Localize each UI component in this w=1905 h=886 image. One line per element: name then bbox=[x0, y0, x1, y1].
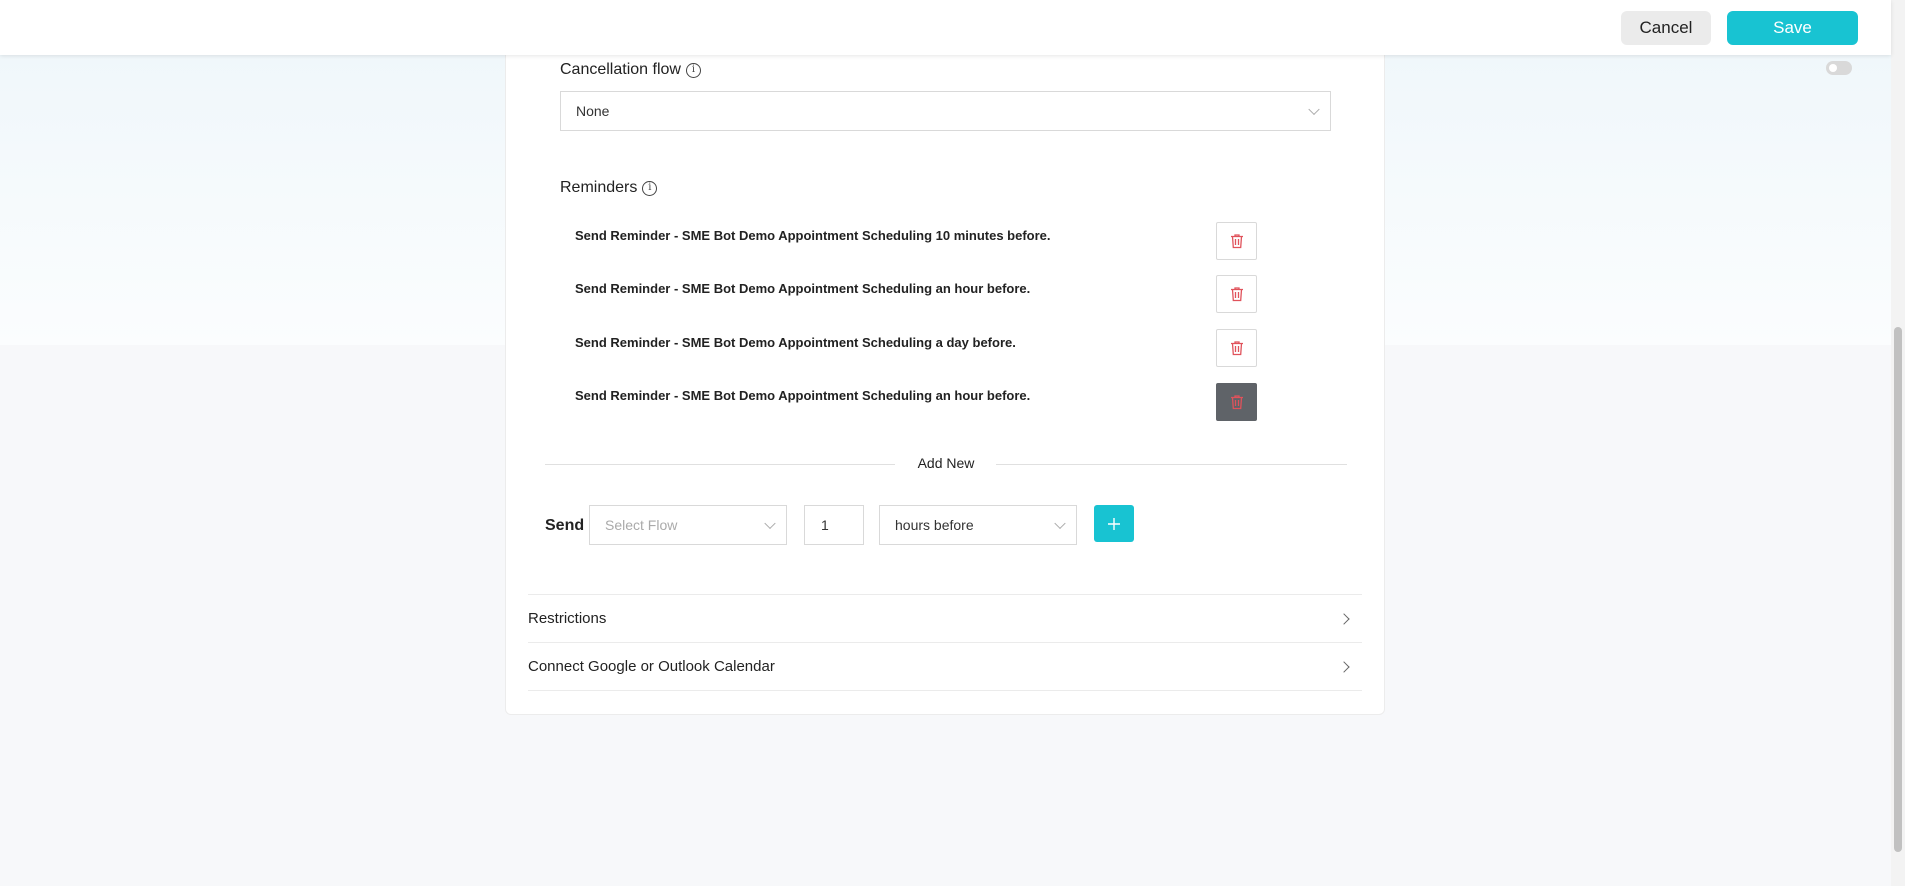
add-new-heading: Add New bbox=[917, 455, 975, 471]
delete-reminder-button-hovered[interactable] bbox=[1216, 383, 1257, 421]
reminder-item: Send Reminder - SME Bot Demo Appointment… bbox=[575, 281, 1031, 296]
select-flow-dropdown[interactable]: Select Flow bbox=[589, 505, 787, 545]
chevron-right-icon bbox=[1338, 660, 1350, 673]
cancellation-flow-value: None bbox=[576, 103, 610, 119]
info-icon[interactable]: i bbox=[685, 62, 701, 78]
restrictions-section[interactable]: Restrictions bbox=[528, 594, 1362, 642]
trash-icon bbox=[1230, 234, 1243, 249]
reminders-label: Reminders i bbox=[560, 179, 658, 197]
scrollbar[interactable] bbox=[1891, 0, 1905, 886]
plus-icon bbox=[1108, 517, 1120, 530]
delete-reminder-button[interactable] bbox=[1216, 275, 1257, 313]
toggle-knob bbox=[1829, 64, 1837, 72]
cancellation-flow-label: Cancellation flow i bbox=[560, 61, 701, 79]
scrollbar-thumb[interactable] bbox=[1894, 327, 1902, 852]
connect-calendar-label: Connect Google or Outlook Calendar bbox=[528, 658, 775, 675]
delete-reminder-button[interactable] bbox=[1216, 222, 1257, 260]
save-button[interactable]: Save bbox=[1727, 11, 1858, 45]
trash-icon bbox=[1230, 287, 1243, 302]
select-flow-placeholder: Select Flow bbox=[605, 517, 678, 533]
add-reminder-button[interactable] bbox=[1094, 505, 1134, 542]
toggle-switch[interactable] bbox=[1826, 61, 1852, 75]
info-icon[interactable]: i bbox=[642, 180, 658, 196]
cancellation-flow-label-text: Cancellation flow bbox=[560, 61, 681, 78]
reminder-item: Send Reminder - SME Bot Demo Appointment… bbox=[575, 228, 1051, 243]
reminder-amount-input[interactable] bbox=[804, 505, 864, 545]
connect-calendar-section[interactable]: Connect Google or Outlook Calendar bbox=[528, 642, 1362, 690]
reminders-label-text: Reminders bbox=[560, 179, 638, 196]
cancel-button[interactable]: Cancel bbox=[1621, 11, 1711, 45]
chevron-right-icon bbox=[1338, 612, 1350, 625]
reminder-item: Send Reminder - SME Bot Demo Appointment… bbox=[575, 388, 1031, 403]
trash-icon bbox=[1230, 395, 1243, 410]
trash-icon bbox=[1230, 341, 1243, 356]
settings-card: Cancellation flow i None Reminders i Sen… bbox=[505, 40, 1385, 715]
time-unit-value: hours before bbox=[895, 517, 974, 533]
restrictions-label: Restrictions bbox=[528, 610, 607, 627]
chevron-down-icon bbox=[1054, 517, 1066, 530]
section-divider bbox=[528, 690, 1362, 691]
chevron-down-icon bbox=[1308, 103, 1320, 116]
delete-reminder-button[interactable] bbox=[1216, 329, 1257, 367]
chevron-down-icon bbox=[764, 517, 776, 530]
time-unit-dropdown[interactable]: hours before bbox=[879, 505, 1077, 545]
reminder-item: Send Reminder - SME Bot Demo Appointment… bbox=[575, 335, 1016, 350]
send-label: Send bbox=[545, 517, 585, 534]
top-bar: Cancel Save bbox=[0, 0, 1891, 55]
cancellation-flow-select[interactable]: None bbox=[560, 91, 1331, 131]
